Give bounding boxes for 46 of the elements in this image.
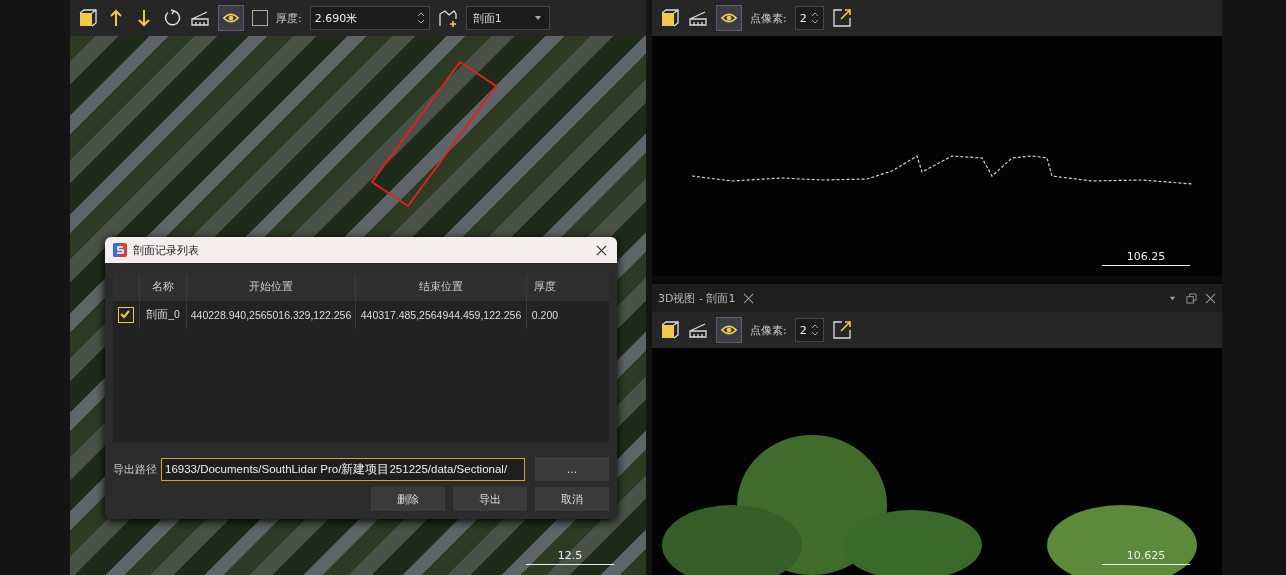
browse-button[interactable]: ...	[535, 457, 609, 481]
eye-toggle-button[interactable]	[716, 5, 742, 31]
scale-label: 106.25	[1126, 250, 1166, 263]
dialog-button[interactable]: 导出	[453, 487, 527, 511]
close-icon[interactable]	[743, 292, 755, 304]
close-icon[interactable]	[1205, 292, 1216, 304]
cube-icon[interactable]	[660, 8, 680, 28]
point-size-spinbox[interactable]: 2	[794, 318, 824, 342]
point-size-label: 点像素:	[750, 10, 787, 26]
add-profile-icon[interactable]	[437, 8, 458, 28]
point-size-label: 点像素:	[750, 322, 787, 338]
stepper-arrows-icon[interactable]	[416, 11, 425, 25]
point-size-spinbox[interactable]: 2	[794, 6, 824, 30]
export-icon[interactable]	[831, 8, 852, 28]
thickness-label: 厚度:	[276, 10, 302, 26]
checkbox[interactable]	[252, 10, 268, 26]
stepper-arrows-icon[interactable]	[810, 11, 819, 25]
column-header: 厚度	[533, 279, 557, 294]
row-checkbox[interactable]	[118, 307, 134, 323]
table-cell-text: 0.200	[530, 308, 560, 323]
cube-icon[interactable]	[660, 320, 680, 340]
export-path-field[interactable]: 16933/Documents/SouthLidar Pro/新建项目251225/data/Sectional/	[161, 457, 525, 481]
rotate-icon[interactable]	[162, 8, 182, 28]
column-header: 结束位置	[356, 273, 527, 301]
view-tab[interactable]: 3D视图 - 剖面1	[658, 290, 736, 306]
thickness-spinbox[interactable]: 2.690米	[309, 6, 430, 30]
dialog-title: 剖面记录列表	[133, 242, 200, 258]
cube-icon[interactable]	[78, 8, 98, 28]
export-path-label: 导出路径	[113, 461, 157, 477]
column-header: 名称	[140, 273, 187, 301]
table-cell: 剖面_0	[140, 301, 187, 329]
export-icon[interactable]	[831, 320, 852, 340]
column-header: 开始位置	[187, 273, 356, 301]
close-icon[interactable]	[596, 244, 607, 256]
dialog-button[interactable]: 删除	[371, 487, 445, 511]
eye-toggle-button[interactable]	[218, 5, 244, 31]
stepper-arrows-icon[interactable]	[810, 323, 819, 337]
eye-toggle-button[interactable]	[716, 317, 742, 343]
scale-label: 12.5	[557, 549, 583, 562]
table-cell: 440317.485,2564944.459,122.256	[356, 301, 527, 329]
scale-label: 10.625	[1126, 549, 1166, 562]
profile-dropdown[interactable]: 剖面1	[465, 6, 550, 30]
restore-icon[interactable]	[1186, 292, 1197, 304]
dialog-button[interactable]: 取消	[535, 487, 609, 511]
app-logo-icon	[113, 243, 127, 257]
table-cell: 440228.940,2565016.329,122.256	[187, 301, 356, 329]
